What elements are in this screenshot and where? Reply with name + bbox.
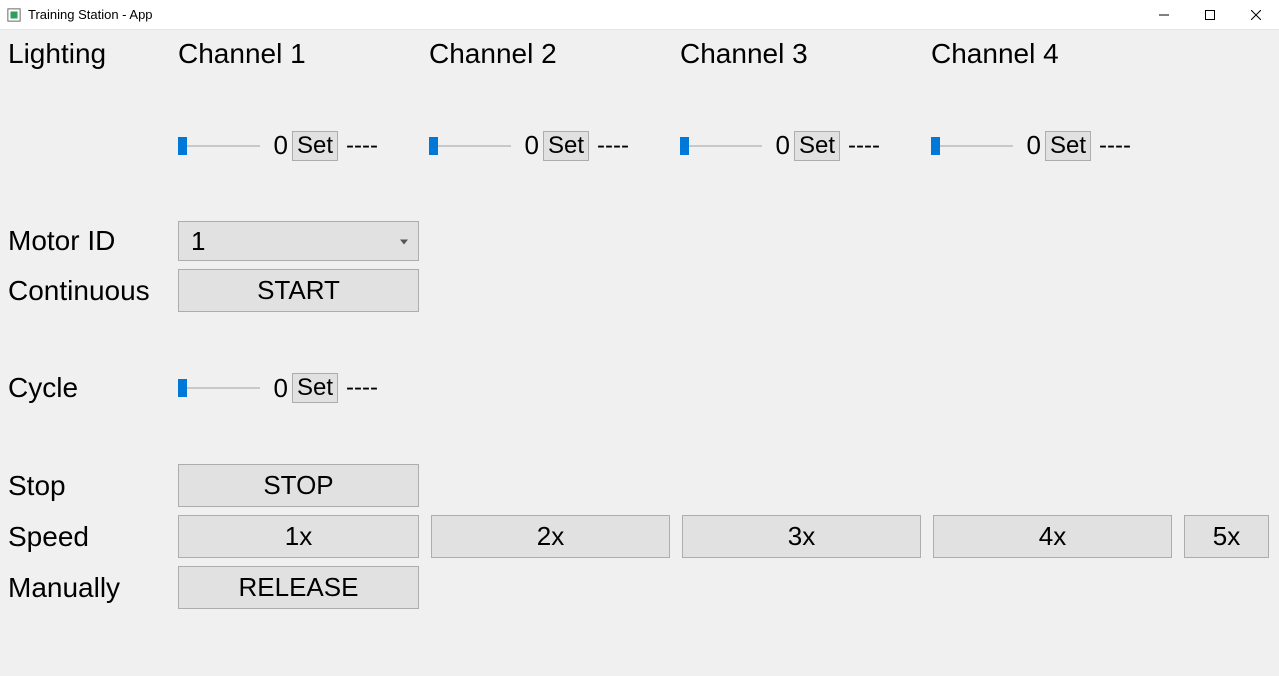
channel-header-row: Lighting Channel 1 Channel 2 Channel 3 C…	[8, 38, 1271, 70]
continuous-row: Continuous START	[8, 269, 1271, 312]
motor-id-select[interactable]: 1	[178, 221, 419, 261]
channel-4-slider[interactable]	[931, 136, 1013, 156]
channel-2-value: 0	[515, 130, 539, 161]
channel-3-slider-group: 0 Set ----	[680, 130, 931, 161]
channel-4-value: 0	[1017, 130, 1041, 161]
manually-label: Manually	[8, 572, 178, 604]
channel-3-value: 0	[766, 130, 790, 161]
channel-1-set-button[interactable]: Set	[292, 131, 338, 161]
channel-1-slider-group: 0 Set ----	[178, 130, 429, 161]
channel-2-status: ----	[593, 132, 629, 160]
channel-4-label: Channel 4	[931, 38, 1182, 70]
motor-id-label: Motor ID	[8, 225, 178, 257]
channel-1-slider[interactable]	[178, 136, 260, 156]
channel-2-set-button[interactable]: Set	[543, 131, 589, 161]
speed-5x-button[interactable]: 5x	[1184, 515, 1269, 558]
titlebar: Training Station - App	[0, 0, 1279, 30]
cycle-value: 0	[264, 373, 288, 404]
channel-2-slider[interactable]	[429, 136, 511, 156]
speed-4x-button[interactable]: 4x	[933, 515, 1172, 558]
speed-3x-button[interactable]: 3x	[682, 515, 921, 558]
channel-1-status: ----	[342, 132, 378, 160]
maximize-button[interactable]	[1187, 0, 1233, 29]
channel-3-label: Channel 3	[680, 38, 931, 70]
stop-label: Stop	[8, 470, 178, 502]
speed-1x-button[interactable]: 1x	[178, 515, 419, 558]
cycle-slider-group: 0 Set ----	[178, 373, 429, 404]
speed-label: Speed	[8, 521, 178, 553]
channel-3-status: ----	[844, 132, 880, 160]
speed-2x-button[interactable]: 2x	[431, 515, 670, 558]
channel-1-label: Channel 1	[178, 38, 429, 70]
close-button[interactable]	[1233, 0, 1279, 29]
channel-1-value: 0	[264, 130, 288, 161]
speed-row: Speed 1x 2x 3x 4x 5x	[8, 515, 1271, 558]
channel-4-slider-group: 0 Set ----	[931, 130, 1182, 161]
continuous-label: Continuous	[8, 275, 178, 307]
cycle-status: ----	[342, 374, 378, 402]
manually-row: Manually RELEASE	[8, 566, 1271, 609]
channel-4-set-button[interactable]: Set	[1045, 131, 1091, 161]
window-title: Training Station - App	[28, 7, 153, 22]
cycle-slider[interactable]	[178, 378, 260, 398]
channel-2-slider-group: 0 Set ----	[429, 130, 680, 161]
motor-id-selected: 1	[191, 226, 205, 257]
content-area: Lighting Channel 1 Channel 2 Channel 3 C…	[0, 30, 1279, 625]
start-button[interactable]: START	[178, 269, 419, 312]
motor-id-row: Motor ID 1	[8, 221, 1271, 261]
cycle-row: Cycle 0 Set ----	[8, 372, 1271, 404]
channel-2-label: Channel 2	[429, 38, 680, 70]
release-button[interactable]: RELEASE	[178, 566, 419, 609]
minimize-button[interactable]	[1141, 0, 1187, 29]
channel-4-status: ----	[1095, 132, 1131, 160]
app-icon	[6, 7, 22, 23]
stop-row: Stop STOP	[8, 464, 1271, 507]
channel-slider-row: 0 Set ---- 0 Set ---- 0 Set ---- 0 Set -…	[8, 130, 1271, 161]
cycle-set-button[interactable]: Set	[292, 373, 338, 403]
stop-button[interactable]: STOP	[178, 464, 419, 507]
lighting-label: Lighting	[8, 38, 178, 70]
cycle-label: Cycle	[8, 372, 178, 404]
channel-3-slider[interactable]	[680, 136, 762, 156]
window-controls	[1141, 0, 1279, 29]
channel-3-set-button[interactable]: Set	[794, 131, 840, 161]
